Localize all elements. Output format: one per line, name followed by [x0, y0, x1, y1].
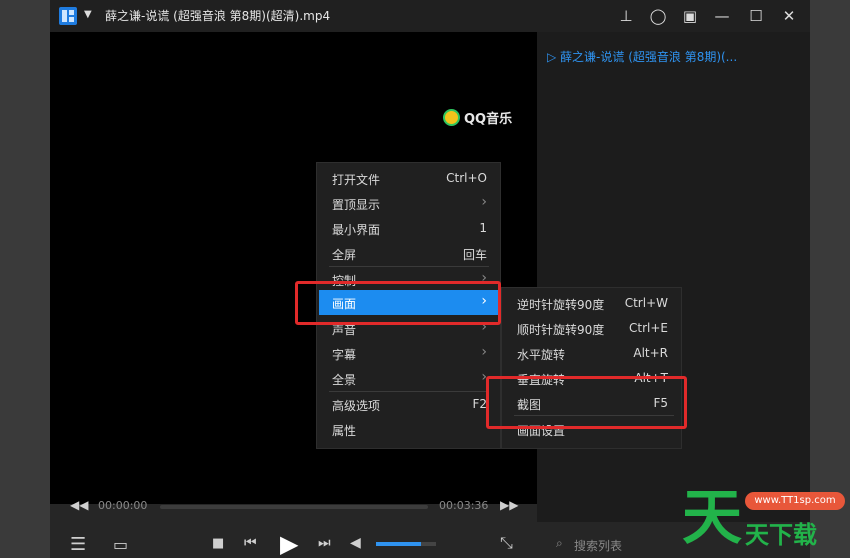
site-badge: www.TT1sp.com — [745, 487, 845, 517]
next-icon[interactable]: ⏭ — [318, 535, 331, 551]
menu-item-shortcut: 1 — [479, 221, 487, 235]
playlist-item-label: 薛之谦-说谎 (超强音浪 第8期)(... — [560, 50, 738, 64]
menu-item-rotate-cw[interactable]: 顺时针旋转90度 Ctrl+E — [504, 316, 679, 341]
menu-item-label: 高级选项 — [332, 399, 381, 413]
menu-item-rotate-ccw[interactable]: 逆时针旋转90度 Ctrl+W — [504, 291, 679, 316]
menu-item-label: 字幕 — [332, 348, 357, 362]
menu-item-label: 属性 — [332, 424, 357, 438]
site-logo-char: 天 — [682, 483, 742, 553]
volume-level — [376, 542, 421, 546]
highlight-box-picture — [295, 281, 501, 325]
menu-item-subtitle[interactable]: 字幕 › — [319, 341, 498, 366]
menu-item-label: 全屏 — [332, 248, 357, 262]
search-icon: ⌕ — [556, 536, 563, 550]
caret-down-icon[interactable]: ▼ — [84, 9, 92, 20]
folder-icon[interactable]: ▭ — [113, 535, 128, 554]
menu-icon[interactable]: ☰ — [70, 534, 86, 555]
search-placeholder: 搜索列表 — [574, 539, 623, 553]
pin-icon[interactable]: ⊥ — [616, 6, 636, 26]
total-time: 00:03:36 — [439, 499, 489, 512]
maximize-icon[interactable]: ☐ — [746, 6, 766, 26]
menu-item-label: 置顶显示 — [332, 198, 381, 212]
menu-item-label: 逆时针旋转90度 — [517, 298, 605, 312]
menu-item-shortcut: Ctrl+W — [624, 296, 668, 310]
site-url: www.TT1sp.com — [745, 492, 845, 510]
menu-item-pin-top[interactable]: 置顶显示 › — [319, 191, 498, 216]
playlist-item[interactable]: ▷ 薛之谦-说谎 (超强音浪 第8期)(... — [547, 48, 737, 65]
app-logo-icon[interactable] — [59, 7, 77, 25]
menu-item-advanced[interactable]: 高级选项 F2 — [319, 392, 498, 417]
menu-item-label: 顺时针旋转90度 — [517, 323, 605, 337]
menu-item-open-file[interactable]: 打开文件 Ctrl+O — [319, 166, 498, 191]
highlight-box-screenshot — [486, 376, 687, 429]
menu-item-label: 全景 — [332, 373, 357, 387]
current-time: 00:00:00 — [98, 499, 148, 512]
menu-item-shortcut: F2 — [472, 397, 487, 411]
fullscreen-icon[interactable]: ⤡ — [500, 533, 513, 553]
menu-item-shortcut: Ctrl+O — [446, 171, 487, 185]
seek-row: ◀◀ 00:00:00 00:03:36 ▶▶ — [50, 497, 537, 517]
chevron-right-icon: › — [481, 194, 487, 210]
menu-item-label: 打开文件 — [332, 173, 381, 187]
menu-item-flip-horizontal[interactable]: 水平旋转 Alt+R — [504, 341, 679, 366]
menu-item-mini-ui[interactable]: 最小界面 1 — [319, 216, 498, 241]
qq-music-logo-icon — [443, 109, 460, 126]
previous-icon[interactable]: ⏮ — [244, 535, 257, 551]
title-bar: ▼ 薛之谦-说谎 (超强音浪 第8期)(超清).mp4 ⊥ ◯ ▣ — ☐ ✕ — [50, 0, 810, 32]
stop-icon[interactable]: ■ — [212, 536, 224, 551]
volume-slider[interactable] — [376, 542, 436, 546]
location-pin-icon[interactable]: ◯ — [648, 6, 668, 26]
menu-item-label: 水平旋转 — [517, 348, 566, 362]
player-window: ▼ 薛之谦-说谎 (超强音浪 第8期)(超清).mp4 ⊥ ◯ ▣ — ☐ ✕ … — [50, 0, 810, 558]
pip-icon[interactable]: ▣ — [680, 6, 700, 26]
chevron-right-icon: › — [481, 344, 487, 360]
close-icon[interactable]: ✕ — [779, 6, 799, 26]
volume-icon[interactable]: ◀ — [350, 535, 361, 551]
menu-item-shortcut: Ctrl+E — [629, 321, 668, 335]
menu-item-shortcut: Alt+R — [633, 346, 668, 360]
watermark-text: QQ音乐 — [464, 112, 513, 127]
minimize-icon[interactable]: — — [712, 6, 732, 26]
menu-item-label: 最小界面 — [332, 223, 381, 237]
menu-item-panorama[interactable]: 全景 › — [319, 366, 498, 391]
play-indicator-icon: ▷ — [547, 50, 561, 64]
menu-item-properties[interactable]: 属性 — [319, 417, 498, 442]
seek-bar[interactable] — [160, 505, 428, 509]
rewind-icon[interactable]: ◀◀ — [70, 498, 88, 512]
play-icon[interactable]: ▶ — [280, 530, 298, 558]
window-title: 薛之谦-说谎 (超强音浪 第8期)(超清).mp4 — [105, 9, 331, 23]
site-name: 天下载 — [745, 521, 817, 549]
fast-forward-icon[interactable]: ▶▶ — [500, 498, 518, 512]
menu-item-fullscreen[interactable]: 全屏 回车 — [319, 241, 498, 266]
qq-music-watermark: QQ音乐 — [443, 108, 512, 127]
menu-item-shortcut: 回车 — [462, 248, 487, 262]
